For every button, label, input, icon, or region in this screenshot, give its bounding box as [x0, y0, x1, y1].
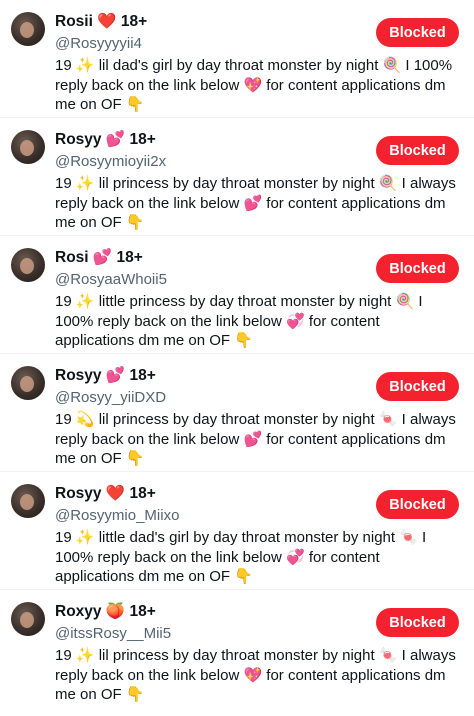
- name-emoji: 🍑: [105, 603, 126, 620]
- username-handle[interactable]: @Rosyy_yiiDXD: [55, 389, 166, 406]
- account-row[interactable]: Rosyy 💕 18+ @Rosyymioyii2x Blocked 19 ✨ …: [0, 118, 474, 236]
- avatar[interactable]: [11, 602, 45, 636]
- account-row[interactable]: Rosyy 💕 18+ @Rosyy_yiiDXD Blocked 19 💫 l…: [0, 354, 474, 472]
- blocked-button[interactable]: Blocked: [376, 18, 459, 47]
- name-emoji: 💕: [92, 249, 113, 266]
- account-row[interactable]: Rosyy ❤️ 18+ @Rosyymio_Miixo Blocked 19 …: [0, 472, 474, 590]
- avatar[interactable]: [11, 484, 45, 518]
- avatar[interactable]: [11, 130, 45, 164]
- username-handle[interactable]: @RosyaaWhoii5: [55, 271, 167, 288]
- age-tag: 18+: [129, 131, 156, 148]
- display-name-line[interactable]: Roxyy 🍑 18+: [55, 602, 156, 621]
- display-name: Roxyy: [55, 603, 102, 620]
- bio-text: 19 ✨ lil princess by day throat monster …: [55, 647, 456, 703]
- bio-text: 19 ✨ little princess by day throat monst…: [55, 293, 423, 349]
- bio-text: 19 💫 lil princess by day throat monster …: [55, 411, 456, 467]
- display-name-line[interactable]: Rosyy 💕 18+: [55, 366, 156, 385]
- account-row[interactable]: Rosii ❤️ 18+ @Rosyyyyii4 Blocked 19 ✨ li…: [0, 0, 474, 118]
- name-emoji: ❤️: [105, 485, 126, 502]
- avatar[interactable]: [11, 12, 45, 46]
- age-tag: 18+: [129, 603, 156, 620]
- display-name-line[interactable]: Rosi 💕 18+: [55, 248, 143, 267]
- account-row[interactable]: Roxyy 🍑 18+ @itssRosy__Mii5 Blocked 19 ✨…: [0, 590, 474, 708]
- blocked-button[interactable]: Blocked: [376, 136, 459, 165]
- username-handle[interactable]: @Rosyymioyii2x: [55, 153, 166, 170]
- bio-text: 19 ✨ little dad's girl by day throat mon…: [55, 529, 427, 585]
- display-name: Rosii: [55, 13, 93, 30]
- blocked-button[interactable]: Blocked: [376, 254, 459, 283]
- display-name-line[interactable]: Rosii ❤️ 18+: [55, 12, 147, 31]
- blocked-button[interactable]: Blocked: [376, 490, 459, 519]
- name-emoji: 💕: [105, 131, 126, 148]
- account-row[interactable]: Rosi 💕 18+ @RosyaaWhoii5 Blocked 19 ✨ li…: [0, 236, 474, 354]
- username-handle[interactable]: @itssRosy__Mii5: [55, 625, 171, 642]
- display-name-line[interactable]: Rosyy ❤️ 18+: [55, 484, 156, 503]
- age-tag: 18+: [120, 13, 148, 30]
- username-handle[interactable]: @Rosyymio_Miixo: [55, 507, 179, 524]
- age-tag: 18+: [116, 249, 143, 266]
- age-tag: 18+: [129, 485, 156, 502]
- display-name: Rosi: [55, 249, 89, 266]
- age-tag: 18+: [129, 367, 156, 384]
- display-name: Rosyy: [55, 367, 102, 384]
- name-emoji: 💕: [105, 367, 126, 384]
- bio-text: 19 ✨ lil dad's girl by day throat monste…: [55, 57, 453, 113]
- name-emoji: ❤️: [97, 13, 117, 30]
- display-name-line[interactable]: Rosyy 💕 18+: [55, 130, 156, 149]
- blocked-accounts-list: Rosii ❤️ 18+ @Rosyyyyii4 Blocked 19 ✨ li…: [0, 0, 474, 708]
- display-name: Rosyy: [55, 485, 102, 502]
- avatar[interactable]: [11, 248, 45, 282]
- display-name: Rosyy: [55, 131, 102, 148]
- bio-text: 19 ✨ lil princess by day throat monster …: [55, 175, 456, 231]
- username-handle[interactable]: @Rosyyyyii4: [55, 35, 142, 52]
- blocked-button[interactable]: Blocked: [376, 608, 459, 637]
- avatar[interactable]: [11, 366, 45, 400]
- blocked-button[interactable]: Blocked: [376, 372, 459, 401]
